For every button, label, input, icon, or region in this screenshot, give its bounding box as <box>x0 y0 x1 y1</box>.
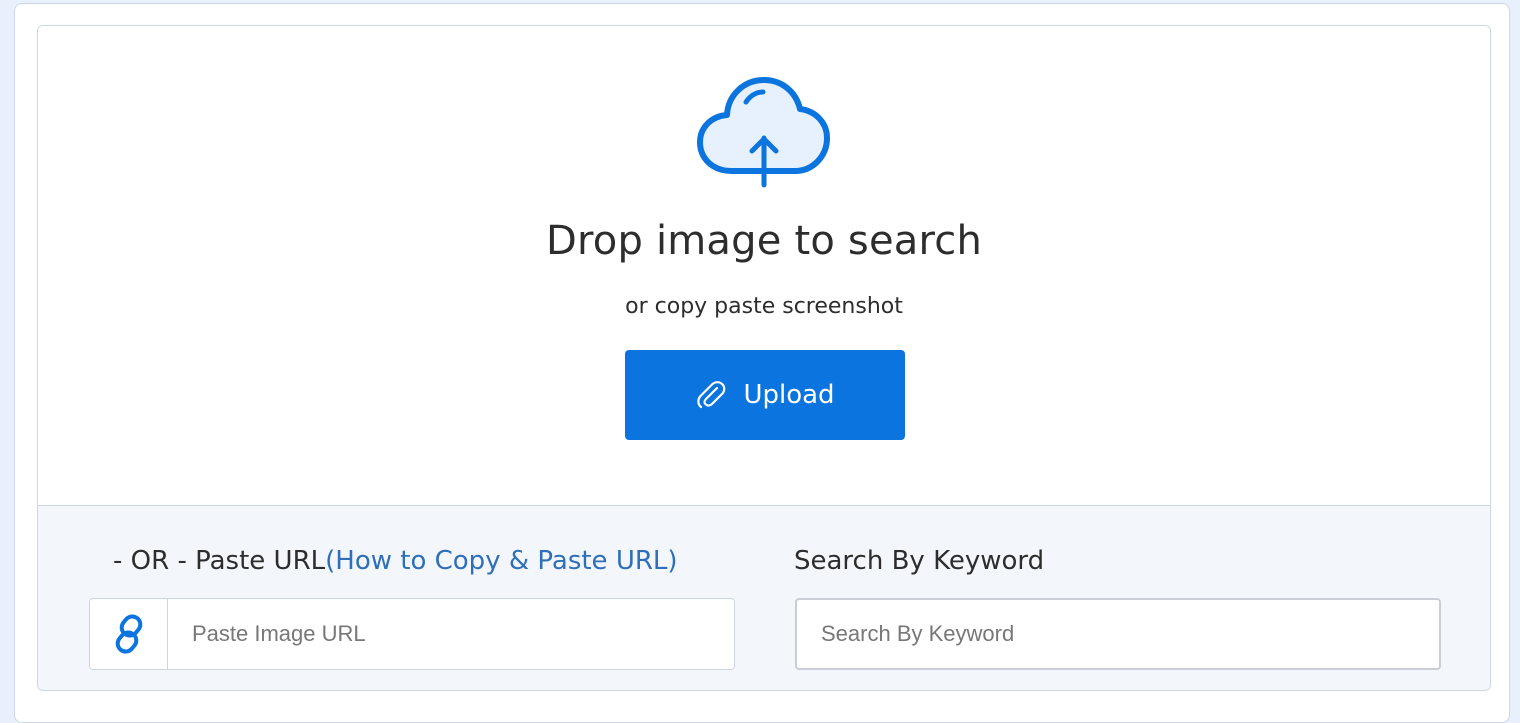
paperclip-icon <box>697 381 726 409</box>
link-icon <box>115 614 142 654</box>
cloud-upload-icon <box>697 77 830 188</box>
keyword-label: Search By Keyword <box>794 546 1045 576</box>
drop-title: Drop image to search <box>546 218 982 264</box>
paste-url-input[interactable] <box>168 599 734 669</box>
keyword-search-input[interactable] <box>795 598 1441 670</box>
upload-button-label: Upload <box>743 380 835 410</box>
paste-url-label-text: - OR - Paste URL <box>113 546 326 576</box>
paste-url-label: - OR - Paste URL(How to Copy & Paste URL… <box>113 546 678 576</box>
drop-subtitle: or copy paste screenshot <box>625 294 903 319</box>
paste-url-field <box>89 598 735 670</box>
link-icon-button[interactable] <box>90 599 168 669</box>
search-options: - OR - Paste URL(How to Copy & Paste URL… <box>38 505 1490 690</box>
drop-zone[interactable]: Drop image to search or copy paste scree… <box>38 26 1490 505</box>
how-to-copy-link[interactable]: (How to Copy & Paste URL) <box>325 546 677 576</box>
upload-button[interactable]: Upload <box>625 350 905 440</box>
image-search-panel: Drop image to search or copy paste scree… <box>37 25 1491 691</box>
